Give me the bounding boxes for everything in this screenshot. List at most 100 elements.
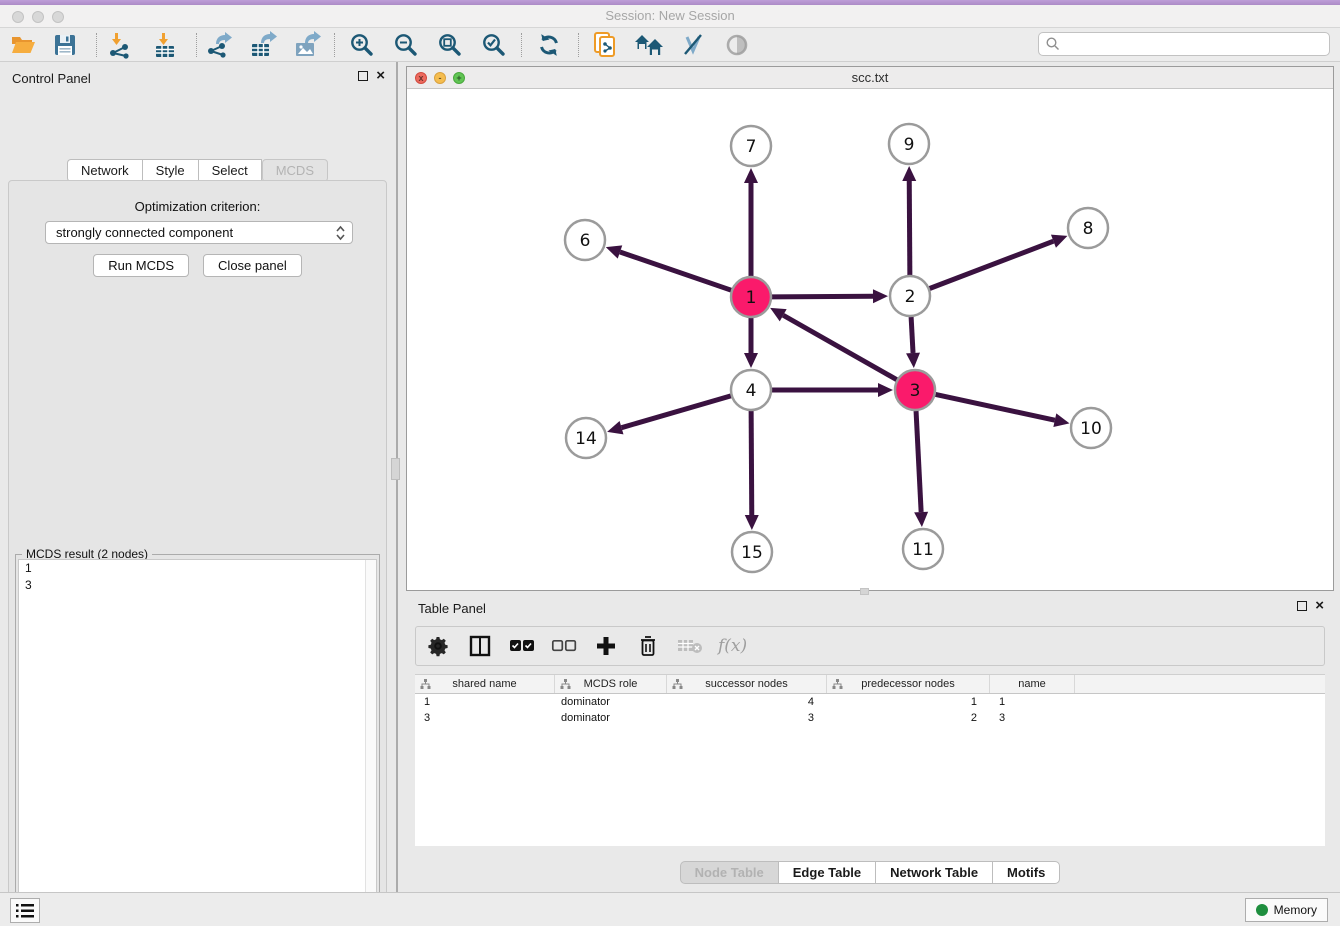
search-field[interactable] (1038, 32, 1330, 56)
graph-edge-2-9[interactable] (909, 181, 910, 275)
deselect-all-icon[interactable] (550, 633, 578, 659)
close-table-panel-icon[interactable]: × (1315, 601, 1324, 611)
maximize-window-icon[interactable] (52, 11, 64, 23)
tab-select[interactable]: Select (198, 159, 262, 182)
select-all-icon[interactable] (508, 633, 536, 659)
zoom-fit-icon[interactable] (435, 31, 465, 59)
graph-edge-2-3[interactable] (911, 317, 913, 353)
graph-node-label-8: 8 (1083, 219, 1094, 239)
status-bar: Memory (0, 892, 1340, 926)
cell-shared-name[interactable]: 3 (415, 712, 555, 724)
function-builder-icon[interactable]: f(x) (718, 636, 747, 656)
table-row[interactable]: 1 dominator 4 1 1 (415, 694, 1325, 710)
table-settings-gear-icon[interactable] (424, 633, 452, 659)
run-mcds-button[interactable]: Run MCDS (93, 254, 189, 277)
graph-node-label-10: 10 (1080, 419, 1102, 439)
delete-column-icon[interactable] (634, 633, 662, 659)
column-header-name[interactable]: name (990, 675, 1075, 693)
mcds-result-item[interactable]: 3 (19, 577, 376, 594)
float-table-panel-icon[interactable] (1297, 601, 1307, 611)
tab-network-table[interactable]: Network Table (875, 861, 992, 884)
graph-edge-1-2[interactable] (772, 296, 873, 297)
column-header-successor-nodes[interactable]: successor nodes (667, 675, 827, 693)
cell-predecessor-nodes[interactable]: 1 (827, 696, 990, 708)
home-icon[interactable] (634, 31, 664, 59)
vertical-splitter-handle[interactable] (391, 458, 400, 480)
cell-successor-nodes[interactable]: 3 (667, 712, 827, 724)
graph-edge-2-8[interactable] (930, 241, 1054, 288)
criterion-select[interactable]: strongly connected component (45, 221, 353, 244)
memory-status-icon (1256, 904, 1268, 916)
hide-graphics-icon[interactable] (678, 31, 708, 59)
graph-node-label-1: 1 (746, 288, 757, 308)
column-label: predecessor nodes (861, 678, 955, 690)
network-minimize-icon[interactable]: - (434, 72, 446, 84)
select-stepper-icon (335, 225, 346, 241)
cell-shared-name[interactable]: 1 (415, 696, 555, 708)
criterion-value: strongly connected component (56, 225, 233, 240)
cell-successor-nodes[interactable]: 4 (667, 696, 827, 708)
cell-name[interactable]: 1 (990, 696, 1075, 708)
export-table-icon[interactable] (248, 31, 278, 59)
add-column-icon[interactable] (592, 633, 620, 659)
graph-edge-arrow-1-4 (744, 353, 758, 368)
tab-edge-table[interactable]: Edge Table (778, 861, 875, 884)
eye-icon[interactable] (722, 31, 752, 59)
close-window-icon[interactable] (12, 11, 24, 23)
minimize-window-icon[interactable] (32, 11, 44, 23)
network-window-titlebar[interactable]: x - + scc.txt (407, 67, 1333, 89)
result-scrollbar[interactable] (365, 560, 376, 926)
tab-network[interactable]: Network (67, 159, 142, 182)
export-image-icon[interactable] (292, 31, 322, 59)
save-session-icon[interactable] (50, 31, 80, 59)
graph-edge-1-6[interactable] (620, 252, 731, 290)
cell-predecessor-nodes[interactable]: 2 (827, 712, 990, 724)
tab-motifs[interactable]: Motifs (992, 861, 1060, 884)
column-header-shared-name[interactable]: shared name (415, 675, 555, 693)
cell-mcds-role[interactable]: dominator (555, 696, 667, 708)
graph-edge-3-1[interactable] (783, 315, 897, 379)
mcds-result-item[interactable]: 1 (19, 560, 376, 577)
import-table-icon[interactable] (150, 31, 180, 59)
memory-button[interactable]: Memory (1245, 898, 1328, 922)
zoom-in-icon[interactable] (347, 31, 377, 59)
graph-edge-4-15[interactable] (751, 411, 752, 515)
column-header-predecessor-nodes[interactable]: predecessor nodes (827, 675, 990, 693)
table-row[interactable]: 3 dominator 3 2 3 (415, 710, 1325, 726)
horizontal-splitter-handle[interactable] (860, 588, 869, 595)
task-history-button[interactable] (10, 898, 40, 923)
search-input[interactable] (1061, 34, 1329, 54)
zoom-out-icon[interactable] (391, 31, 421, 59)
toolbar-separator (96, 33, 97, 57)
graph-edge-arrow-4-15 (745, 515, 759, 530)
graph-edge-3-11[interactable] (916, 411, 921, 512)
graph-edge-3-10[interactable] (936, 394, 1055, 420)
network-maximize-icon[interactable]: + (453, 72, 465, 84)
column-selector-icon[interactable] (466, 633, 494, 659)
open-session-icon[interactable] (8, 31, 38, 59)
column-label: name (1018, 678, 1046, 690)
tab-style[interactable]: Style (142, 159, 198, 182)
mcds-result-list: 1 3 (18, 559, 377, 926)
network-overview-icon[interactable] (590, 31, 620, 59)
refresh-icon[interactable] (534, 31, 564, 59)
close-panel-icon[interactable]: × (376, 71, 385, 81)
graph-edge-arrow-4-14 (607, 421, 623, 434)
tab-node-table[interactable]: Node Table (680, 861, 778, 884)
tab-mcds[interactable]: MCDS (262, 159, 328, 182)
network-close-icon[interactable]: x (415, 72, 427, 84)
graph-edge-4-14[interactable] (622, 396, 731, 428)
column-header-mcds-role[interactable]: MCDS role (555, 675, 667, 693)
cell-name[interactable]: 3 (990, 712, 1075, 724)
table-panel-title: Table Panel (406, 601, 486, 616)
float-panel-icon[interactable] (358, 71, 368, 81)
network-canvas[interactable]: 7968124314101511 (407, 89, 1333, 590)
export-network-icon[interactable] (204, 31, 234, 59)
close-panel-button[interactable]: Close panel (203, 254, 302, 277)
import-network-icon[interactable] (104, 31, 134, 59)
network-graph[interactable]: 7968124314101511 (407, 89, 1333, 590)
toolbar-separator (578, 33, 579, 57)
delete-table-icon[interactable] (676, 633, 704, 659)
zoom-selected-icon[interactable] (479, 31, 509, 59)
cell-mcds-role[interactable]: dominator (555, 712, 667, 724)
